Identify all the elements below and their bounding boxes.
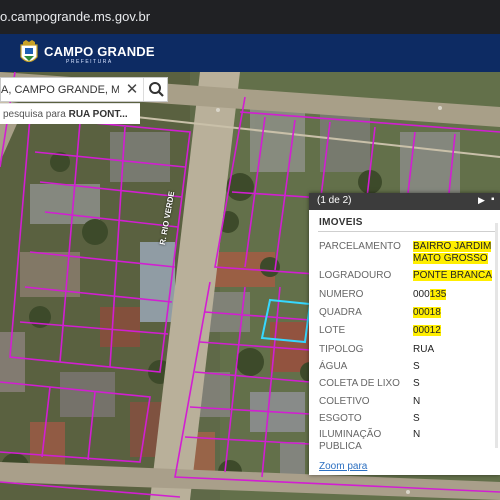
search-box[interactable]: ✕: [0, 77, 168, 102]
popup-title: IMOVEIS: [319, 217, 363, 228]
popup-header: (1 de 2) ▶ ▪: [309, 193, 500, 210]
attr-value-tipolog: RUA: [413, 344, 435, 355]
attr-value-parcelamento: BAIRRO JARDIM MATO GROSSO: [413, 241, 492, 265]
popup-scrollbar[interactable]: [495, 223, 498, 448]
attr-label-coletivo: COLETIVO: [319, 396, 370, 407]
attr-label-iluminacao-line2: PUBLICA: [319, 441, 362, 452]
attr-value-numero: 000135: [413, 289, 447, 301]
search-suggestion[interactable]: pesquisa para RUA PONT...: [0, 103, 140, 124]
attr-value-lote-text: 00012: [413, 325, 441, 336]
suggestion-prefix: pesquisa para: [3, 109, 69, 120]
maximize-icon[interactable]: ▪: [491, 194, 495, 205]
attr-value-parcelamento-line2: MATO GROSSO: [413, 253, 488, 264]
attr-label-iluminacao-line1: ILUMINAÇÃO: [319, 429, 382, 440]
attr-value-numero-hl: 135: [429, 289, 447, 300]
popup-divider: [318, 231, 496, 232]
feature-popup[interactable]: (1 de 2) ▶ ▪ IMOVEIS PARCELAMENTO BAIRRO…: [309, 193, 500, 475]
attr-value-lote: 00012: [413, 325, 441, 337]
attr-label-lote: LOTE: [319, 325, 346, 336]
attr-value-coletivo: N: [413, 396, 421, 407]
search-input[interactable]: [1, 80, 119, 99]
brand-title: CAMPO GRANDE: [44, 44, 155, 59]
suggestion-term: RUA PONT...: [68, 109, 128, 120]
attr-value-esgoto: S: [413, 413, 420, 424]
attr-label-quadra: QUADRA: [319, 307, 362, 318]
attr-value-iluminacao: N: [413, 429, 421, 440]
attr-label-agua: ÁGUA: [319, 361, 348, 372]
attr-value-coleta-de-lixo: S: [413, 378, 420, 389]
browser-url-bar[interactable]: o.campogrande.ms.gov.br: [0, 0, 500, 34]
popup-count: (1 de 2): [317, 195, 352, 206]
brand-subtitle: PREFEITURA: [66, 59, 113, 65]
city-crest-icon: [20, 40, 38, 63]
attr-value-logradouro-text: PONTE BRANCA: [413, 270, 492, 281]
attr-label-coleta-de-lixo: COLETA DE LIXO: [319, 378, 400, 389]
search-icon[interactable]: [144, 78, 169, 101]
attr-value-agua: S: [413, 361, 420, 372]
attr-label-esgoto: ESGOTO: [319, 413, 362, 424]
attr-label-parcelamento: PARCELAMENTO: [319, 241, 401, 252]
attr-value-parcelamento-line1: BAIRRO JARDIM: [413, 241, 492, 252]
attr-label-iluminacao: ILUMINAÇÃO PUBLICA: [319, 429, 381, 453]
play-icon[interactable]: ▶: [478, 195, 485, 206]
zoom-to-link[interactable]: Zoom para: [319, 461, 367, 472]
attr-value-logradouro: PONTE BRANCA: [413, 270, 492, 282]
brand: CAMPO GRANDE PREFEITURA: [44, 44, 155, 65]
attr-value-quadra: 00018: [413, 307, 441, 319]
clear-icon[interactable]: ✕: [123, 80, 141, 99]
search-button[interactable]: [143, 78, 168, 101]
attr-value-quadra-text: 00018: [413, 307, 441, 318]
attr-label-numero: NUMERO: [319, 289, 364, 300]
attr-label-logradouro: LOGRADOURO: [319, 270, 392, 281]
attr-label-tipolog: TIPOLOG: [319, 344, 364, 355]
url-text[interactable]: o.campogrande.ms.gov.br: [0, 9, 150, 24]
attr-value-numero-prefix: 000: [413, 289, 430, 300]
